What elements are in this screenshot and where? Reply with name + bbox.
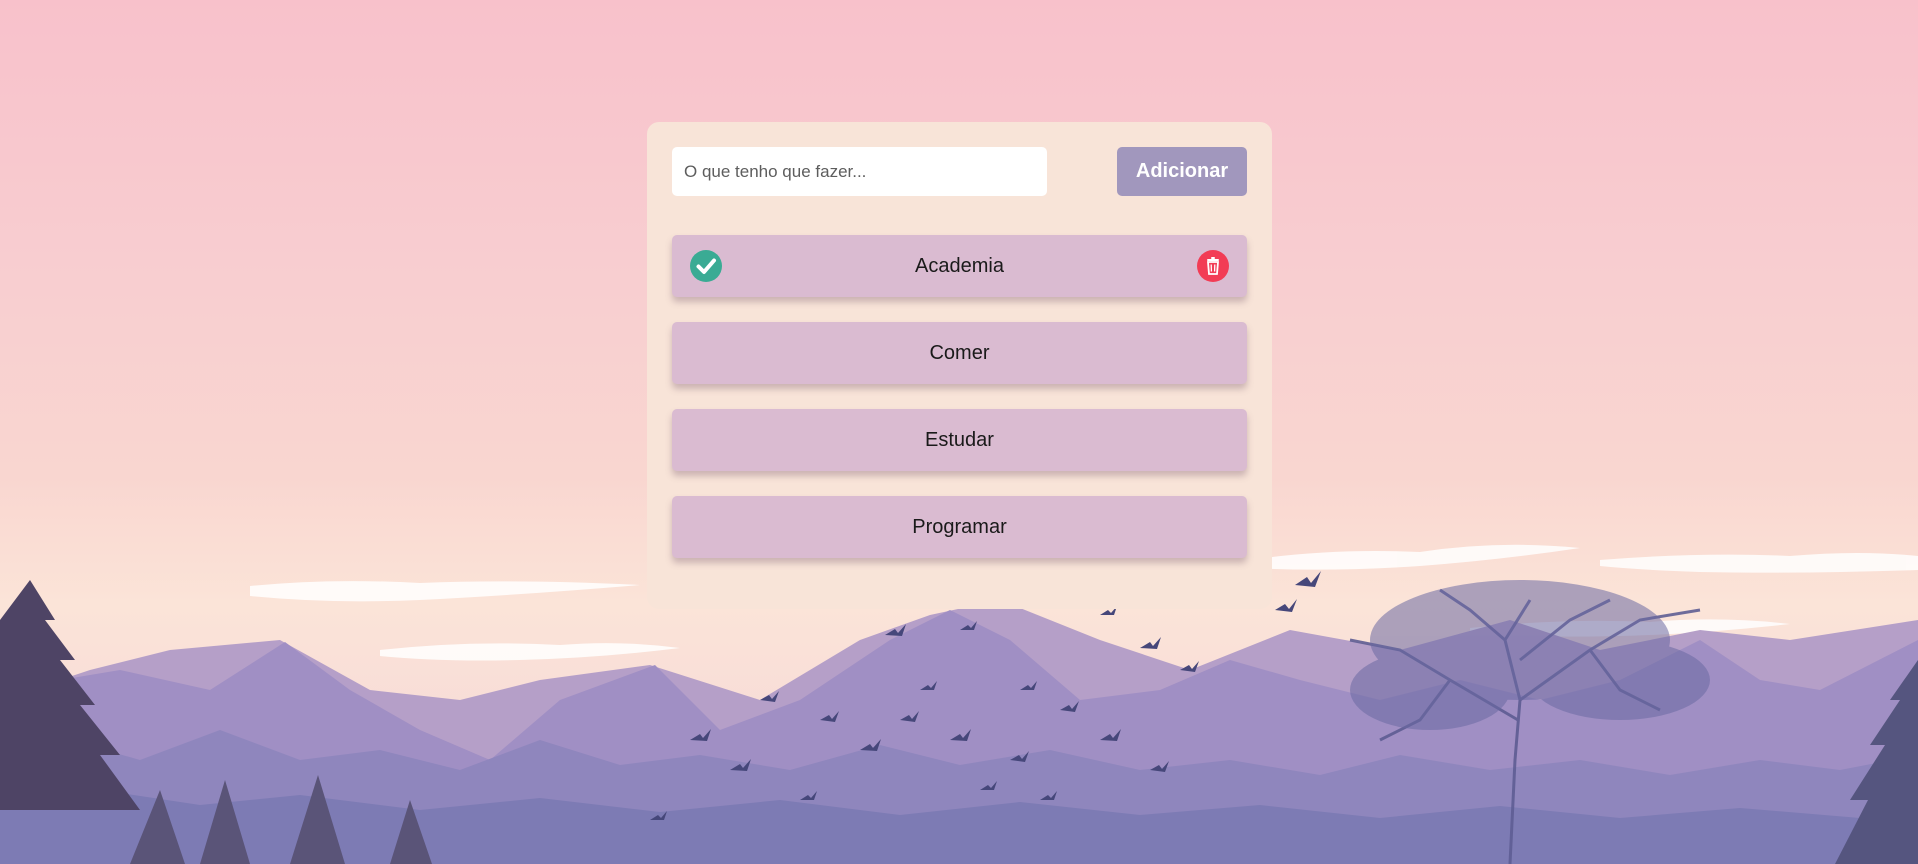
task-label: Programar xyxy=(912,515,1007,538)
trash-icon[interactable] xyxy=(1197,250,1229,282)
new-task-input[interactable] xyxy=(672,147,1047,196)
task-item[interactable]: Estudar xyxy=(672,409,1247,471)
check-circle-icon[interactable] xyxy=(690,250,722,282)
add-task-button[interactable]: Adicionar xyxy=(1117,147,1247,196)
todo-card: Adicionar Academia Comer xyxy=(647,122,1272,609)
task-item[interactable]: Programar xyxy=(672,496,1247,558)
app-background: Adicionar Academia Comer xyxy=(0,0,1918,864)
task-label: Estudar xyxy=(925,428,994,451)
task-label: Academia xyxy=(915,254,1004,277)
task-item[interactable]: Comer xyxy=(672,322,1247,384)
task-item[interactable]: Academia xyxy=(672,235,1247,297)
task-list: Academia Comer Estudar Programar xyxy=(672,235,1247,583)
task-label: Comer xyxy=(929,341,990,364)
